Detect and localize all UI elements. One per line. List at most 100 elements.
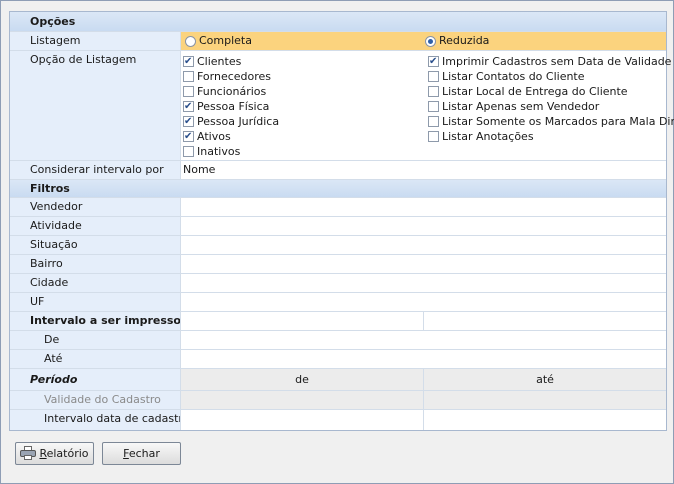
considerar-label: Considerar intervalo por xyxy=(10,161,180,179)
check-label: Inativos xyxy=(197,145,241,158)
relatorio-accel: R xyxy=(39,447,47,460)
checkbox-icon[interactable] xyxy=(183,71,194,82)
check-label: Listar Local de Entrega do Cliente xyxy=(442,85,628,98)
check-mala-direta[interactable]: Listar Somente os Marcados para Mala Dir… xyxy=(428,114,674,129)
checkbox-icon[interactable] xyxy=(428,54,439,69)
checkbox-icon[interactable] xyxy=(183,54,194,69)
validade-label: Validade do Cadastro xyxy=(10,391,180,409)
check-imprimir-sem-validade[interactable]: Imprimir Cadastros sem Data de Validade xyxy=(428,54,671,69)
cidade-field[interactable] xyxy=(180,274,666,292)
row-bairro: Bairro xyxy=(10,255,666,274)
checkbox-icon[interactable] xyxy=(183,146,194,157)
options-grid: Opções Listagem Completa Reduzida Opção … xyxy=(9,11,674,431)
intervalo-data-de-field[interactable] xyxy=(180,410,423,430)
vendedor-field[interactable] xyxy=(180,198,666,216)
row-periodo: Período de até xyxy=(10,369,666,391)
check-ativos[interactable]: Ativos xyxy=(183,129,231,144)
check-label: Listar Somente os Marcados para Mala Dir… xyxy=(442,115,674,128)
radio-reduzida-label[interactable]: Reduzida xyxy=(439,34,489,47)
listagem-label: Listagem xyxy=(10,32,180,50)
row-listagem: Listagem Completa Reduzida xyxy=(10,32,666,51)
row-atividade: Atividade xyxy=(10,217,666,236)
row-intervalo-data: Intervalo data de cadastro xyxy=(10,410,666,430)
atividade-label: Atividade xyxy=(10,217,180,235)
relatorio-label: elatório xyxy=(46,447,89,460)
section-filtros-title: Filtros xyxy=(30,182,70,195)
row-de: De xyxy=(10,331,666,350)
opcao-listagem-label: Opção de Listagem xyxy=(10,51,180,160)
checkbox-icon[interactable] xyxy=(428,86,439,97)
section-filtros: Filtros xyxy=(10,180,666,198)
checkbox-icon[interactable] xyxy=(428,116,439,127)
check-label: Funcionários xyxy=(197,85,267,98)
check-listar-contatos[interactable]: Listar Contatos do Cliente xyxy=(428,69,585,84)
check-pessoa-fisica[interactable]: Pessoa Física xyxy=(183,99,269,114)
check-label: Pessoa Jurídica xyxy=(197,115,280,128)
check-label: Listar Apenas sem Vendedor xyxy=(442,100,600,113)
check-fornecedores[interactable]: Fornecedores xyxy=(183,69,271,84)
row-situacao: Situação xyxy=(10,236,666,255)
radio-completa[interactable] xyxy=(185,36,196,47)
checkbox-icon[interactable] xyxy=(428,71,439,82)
de-field[interactable] xyxy=(180,331,666,349)
row-opcao-listagem: Opção de Listagem Clientes Fornecedores … xyxy=(10,51,674,161)
row-ate: Até xyxy=(10,350,666,369)
checkbox-icon[interactable] xyxy=(183,114,194,129)
check-listar-anotacoes[interactable]: Listar Anotações xyxy=(428,129,534,144)
radio-reduzida[interactable] xyxy=(425,36,436,47)
window-frame: Opções Listagem Completa Reduzida Opção … xyxy=(0,0,674,484)
bairro-field[interactable] xyxy=(180,255,666,273)
check-funcionarios[interactable]: Funcionários xyxy=(183,84,266,99)
row-considerar: Considerar intervalo por Nome xyxy=(10,161,666,180)
ate-field[interactable] xyxy=(180,350,666,368)
listagem-options: Completa Reduzida xyxy=(180,32,666,50)
periodo-col-de: de xyxy=(180,369,423,390)
checkbox-icon[interactable] xyxy=(183,99,194,114)
checkbox-icon[interactable] xyxy=(183,129,194,144)
situacao-field[interactable] xyxy=(180,236,666,254)
fechar-button[interactable]: Fechar xyxy=(102,442,181,465)
check-inativos[interactable]: Inativos xyxy=(183,144,240,159)
considerar-field[interactable]: Nome xyxy=(180,161,666,179)
considerar-value: Nome xyxy=(183,163,216,176)
checkbox-icon[interactable] xyxy=(183,86,194,97)
fechar-label: echar xyxy=(128,447,160,460)
intervalo-label: Intervalo a ser impresso xyxy=(10,312,181,330)
atividade-field[interactable] xyxy=(180,217,666,235)
check-listar-local-entrega[interactable]: Listar Local de Entrega do Cliente xyxy=(428,84,628,99)
cidade-label: Cidade xyxy=(10,274,180,292)
checkbox-icon[interactable] xyxy=(428,101,439,112)
intervalo-field-1[interactable] xyxy=(180,312,423,330)
de-label: De xyxy=(10,331,180,349)
validade-de-field xyxy=(180,391,423,409)
periodo-col-ate: até xyxy=(423,369,666,390)
intervalo-field-2[interactable] xyxy=(423,312,666,330)
intervalo-data-ate-field[interactable] xyxy=(423,410,666,430)
uf-label: UF xyxy=(10,293,180,311)
check-label: Imprimir Cadastros sem Data de Validade xyxy=(442,55,672,68)
opcao-listagem-checks: Clientes Fornecedores Funcionários Pesso… xyxy=(180,51,674,160)
relatorio-button[interactable]: Relatório xyxy=(15,442,94,465)
check-label: Pessoa Física xyxy=(197,100,270,113)
printer-icon xyxy=(20,446,37,460)
check-pessoa-juridica[interactable]: Pessoa Jurídica xyxy=(183,114,279,129)
row-cidade: Cidade xyxy=(10,274,666,293)
radio-completa-label[interactable]: Completa xyxy=(199,34,252,47)
validade-ate-field xyxy=(423,391,666,409)
check-label: Listar Contatos do Cliente xyxy=(442,70,585,83)
check-clientes[interactable]: Clientes xyxy=(183,54,241,69)
section-opcoes: Opções xyxy=(10,12,666,32)
periodo-label: Período xyxy=(10,369,180,390)
row-vendedor: Vendedor xyxy=(10,198,666,217)
check-label: Clientes xyxy=(197,55,242,68)
row-validade: Validade do Cadastro xyxy=(10,391,666,410)
checkbox-icon[interactable] xyxy=(428,131,439,142)
ate-label: Até xyxy=(10,350,180,368)
section-opcoes-title: Opções xyxy=(30,15,76,28)
check-listar-sem-vendedor[interactable]: Listar Apenas sem Vendedor xyxy=(428,99,599,114)
check-label: Listar Anotações xyxy=(442,130,534,143)
intervalo-data-label: Intervalo data de cadastro xyxy=(10,410,189,430)
check-label: Ativos xyxy=(197,130,231,143)
uf-field[interactable] xyxy=(180,293,666,311)
vendedor-label: Vendedor xyxy=(10,198,180,216)
